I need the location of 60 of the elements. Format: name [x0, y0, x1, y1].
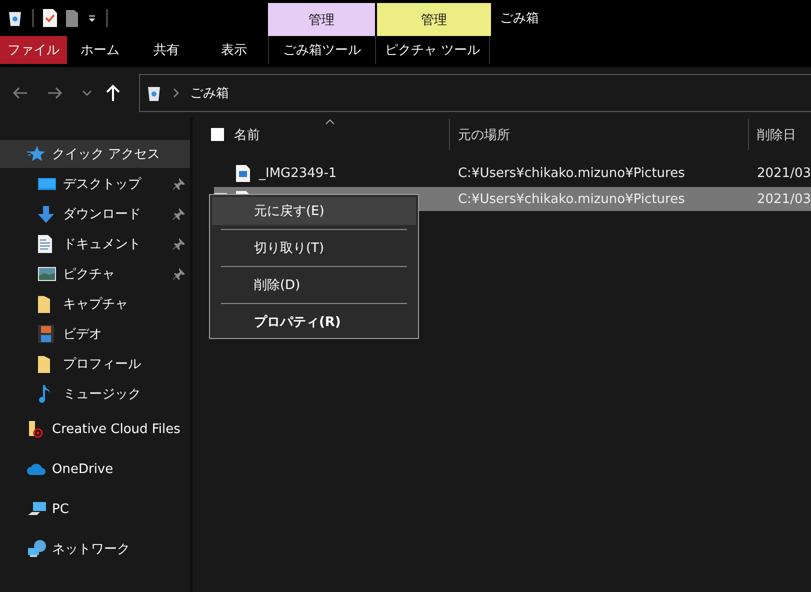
pin-icon[interactable]	[172, 238, 185, 250]
ribbon-tab[interactable]: ファイル	[0, 36, 67, 64]
cloud-icon	[27, 462, 47, 476]
chevron-down-icon[interactable]	[82, 88, 92, 96]
pin-icon[interactable]	[172, 178, 185, 190]
forward-icon[interactable]	[47, 86, 63, 100]
breadcrumb[interactable]: ごみ箱	[190, 84, 229, 102]
menu-item[interactable]: 切り取り(T)	[212, 234, 416, 262]
sidebar-item[interactable]: ダウンロード	[0, 199, 190, 229]
sidebar-item[interactable]: ミュージック	[0, 379, 190, 409]
date-cell: 2021/03	[756, 166, 811, 180]
recycle-bin-icon[interactable]	[7, 9, 23, 27]
folder-icon	[27, 420, 45, 438]
column-header[interactable]: 削除日	[756, 126, 796, 144]
file-row[interactable]: _IMG2349-1 C:¥Users¥chikako.mizuno¥Pictures 2021/03	[214, 161, 811, 185]
up-arrow-icon[interactable]	[106, 84, 120, 101]
context-tab-header: 管理	[377, 3, 491, 36]
sidebar-item[interactable]: ビデオ	[0, 319, 190, 349]
location-cell: C:¥Users¥chikako.mizuno¥Pictures	[458, 192, 685, 206]
menu-item[interactable]: プロパティ(R)	[212, 308, 416, 336]
sidebar-item[interactable]: デスクトップ	[0, 169, 190, 199]
file-name: _IMG2349-1	[258, 166, 337, 180]
column-header[interactable]: 元の場所	[458, 126, 510, 144]
folder-icon	[38, 296, 50, 312]
star-icon	[27, 146, 45, 162]
context-tab-header: 管理	[268, 3, 375, 36]
menu-item[interactable]: 削除(D)	[212, 271, 416, 299]
menu-item[interactable]: 元に戻す(E)	[212, 197, 416, 225]
pin-icon[interactable]	[172, 268, 185, 280]
sidebar-item[interactable]: プロフィール	[0, 349, 190, 379]
sidebar-item[interactable]: PC	[0, 489, 190, 529]
address-field[interactable]: ごみ箱	[139, 74, 811, 112]
sidebar-item[interactable]: クイック アクセス	[0, 140, 190, 168]
sidebar-item[interactable]: ピクチャ	[0, 259, 190, 289]
ribbon-tab[interactable]: ピクチャ ツール	[375, 36, 490, 64]
folder-icon[interactable]	[66, 9, 78, 27]
pin-icon[interactable]	[172, 208, 185, 220]
music-note-icon	[38, 385, 50, 403]
sidebar-item[interactable]: ネットワーク	[0, 529, 190, 569]
network-icon	[27, 540, 47, 558]
document-icon	[38, 235, 52, 253]
chevron-right-icon[interactable]	[172, 88, 180, 98]
sidebar-item[interactable]: Creative Cloud Files	[0, 409, 190, 449]
image-icon	[38, 267, 56, 281]
desktop-icon	[38, 177, 56, 191]
folder-icon	[38, 356, 50, 372]
properties-icon[interactable]	[43, 9, 57, 27]
select-all-checkbox[interactable]	[210, 128, 224, 141]
download-icon	[38, 206, 54, 222]
computer-icon	[27, 501, 47, 517]
dropdown-icon[interactable]	[87, 13, 97, 23]
sidebar-item[interactable]: キャプチャ	[0, 289, 190, 319]
film-icon	[38, 325, 54, 343]
column-header[interactable]: 名前	[234, 126, 260, 144]
sidebar-item[interactable]: OneDrive	[0, 449, 190, 489]
back-icon[interactable]	[12, 86, 28, 100]
date-cell: 2021/03	[756, 192, 811, 206]
window-title: ごみ箱	[500, 10, 539, 27]
location-cell: C:¥Users¥chikako.mizuno¥Pictures	[458, 166, 685, 180]
sidebar-item[interactable]: ドキュメント	[0, 229, 190, 259]
